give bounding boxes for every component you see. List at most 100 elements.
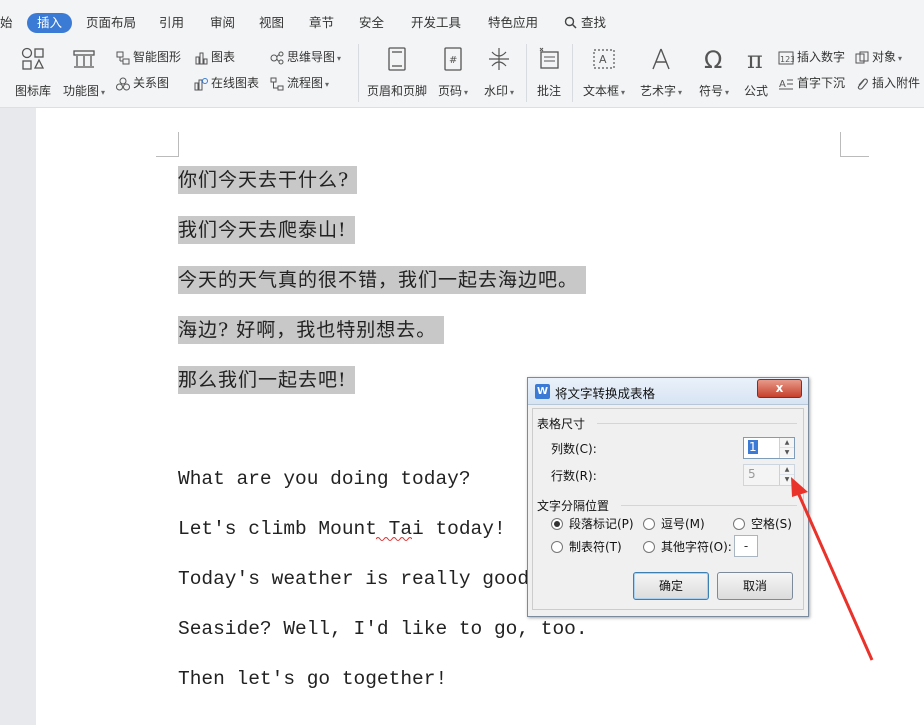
smart-art-label: 智能图形 [133, 50, 182, 64]
object-button[interactable]: 对象 ▾ [855, 48, 902, 66]
flowchart-button[interactable]: 流程图 ▾ [270, 74, 329, 92]
document-line[interactable]: 海边? 好啊，我也特别想去。 [178, 316, 445, 344]
svg-text:π: π [747, 46, 763, 72]
mindmap-icon [270, 51, 284, 64]
radio-space[interactable]: 空格(S) [733, 515, 792, 532]
dialog-titlebar[interactable]: W 将文字转换成表格 x [528, 378, 808, 405]
ribbon-divider [358, 44, 359, 102]
document-line[interactable]: 今天的天气真的很不错，我们一起去海边吧。 [178, 266, 587, 294]
online-chart-button[interactable]: 在线图表 [194, 74, 259, 92]
object-label: 对象 [872, 50, 897, 64]
close-button[interactable]: x [757, 379, 802, 398]
cancel-button[interactable]: 取消 [717, 572, 793, 600]
document-line[interactable]: Seaside? Well, I'd like to go, too. [178, 615, 588, 643]
separator-group-label: 文字分隔位置 [537, 499, 610, 513]
relation-chart-button[interactable]: 关系图 [116, 74, 169, 92]
left-gutter [0, 108, 36, 725]
tab-view[interactable]: 视图 [259, 13, 284, 33]
columns-spinner[interactable]: 1 ▲ ▼ [743, 437, 795, 459]
document-line[interactable]: 你们今天去干什么? [178, 166, 358, 194]
ribbon: 始 插入 页面布局 引用 审阅 视图 章节 安全 开发工具 特色应用 查找 图标… [0, 0, 924, 108]
radio-icon[interactable] [643, 517, 655, 530]
wordart-label: 艺术字 ▾ [639, 84, 683, 98]
columns-spinner-buttons[interactable]: ▲ ▼ [779, 438, 794, 458]
radio-selected-icon[interactable] [551, 517, 563, 530]
tab-security[interactable]: 安全 [359, 13, 384, 33]
tab-review[interactable]: 审阅 [210, 13, 235, 33]
search-icon [564, 16, 577, 29]
page-margin-corner-left [156, 132, 179, 157]
svg-text:123: 123 [780, 55, 794, 64]
radio-icon[interactable] [643, 540, 655, 553]
document-line[interactable]: What are you doing today? [178, 465, 471, 493]
tab-references[interactable]: 引用 [159, 13, 184, 33]
columns-value[interactable]: 1 [748, 440, 758, 454]
spin-up-icon[interactable]: ▲ [780, 438, 794, 448]
watermark-label: 水印 ▾ [483, 84, 515, 98]
search-tab[interactable]: 查找 [564, 13, 606, 33]
page-number-icon: # [444, 47, 462, 71]
radio-comma[interactable]: 逗号(M) [643, 515, 705, 532]
spin-down-icon: ▼ [780, 475, 794, 484]
page-margin-corner-right [840, 132, 869, 157]
chart-label: 图表 [211, 50, 236, 64]
tab-page-layout[interactable]: 页面布局 [86, 13, 136, 33]
tab-developer[interactable]: 开发工具 [411, 13, 461, 33]
ok-button[interactable]: 确定 [633, 572, 709, 600]
icon-library-button[interactable]: 图标库 [10, 44, 56, 100]
smart-art-button[interactable]: 智能图形 [116, 48, 181, 66]
dialog-title: 将文字转换成表格 [555, 386, 656, 401]
radio-tab[interactable]: 制表符(T) [551, 538, 622, 555]
drop-cap-label: 首字下沉 [797, 76, 846, 90]
document-line[interactable]: 那么我们一起去吧! [178, 366, 355, 394]
formula-button[interactable]: π 公式 [740, 44, 772, 100]
icon-library-label: 图标库 [14, 84, 51, 98]
tab-insert[interactable]: 插入 [27, 13, 73, 33]
drop-cap-icon: A [779, 79, 793, 90]
document-line[interactable]: Then let's go together! [178, 665, 447, 693]
radio-other-char[interactable]: 其他字符(O): [643, 538, 732, 555]
tab-features[interactable]: 特色应用 [488, 13, 538, 33]
rows-spinner: 5 ▲ ▼ [743, 464, 795, 486]
radio-paragraph-mark[interactable]: 段落标记(P) [551, 515, 634, 532]
watermark-button[interactable]: 水印 ▾ [478, 44, 520, 100]
ribbon-divider [526, 44, 527, 102]
header-footer-button[interactable]: 页眉和页脚 [366, 44, 428, 100]
radio-icon[interactable] [551, 540, 563, 553]
page-number-button[interactable]: # 页码 ▾ [434, 44, 472, 100]
tab-chapter[interactable]: 章节 [309, 13, 334, 33]
function-chart-button[interactable]: 功能图 ▾ [60, 44, 108, 100]
search-label: 查找 [580, 15, 606, 30]
online-chart-label: 在线图表 [211, 76, 260, 90]
symbol-button[interactable]: Ω 符号 ▾ [694, 44, 734, 100]
svg-text:A: A [779, 79, 786, 90]
svg-text:Ω: Ω [704, 46, 722, 72]
document-line[interactable]: 我们今天去爬泰山! [178, 216, 355, 244]
tab-start[interactable]: 始 [0, 13, 13, 33]
textbox-button[interactable]: A 文本框 ▾ [580, 44, 628, 100]
drop-cap-button[interactable]: A 首字下沉 [778, 74, 845, 92]
spellcheck-squiggle [376, 537, 412, 541]
formula-label: 公式 [743, 84, 768, 98]
insert-attachment-button[interactable]: 插入附件 [855, 74, 920, 92]
mindmap-label: 思维导图 [287, 50, 336, 64]
object-icon [855, 51, 869, 63]
wordart-button[interactable]: 艺术字 ▾ [634, 44, 688, 100]
group-divider [621, 505, 797, 506]
comment-button[interactable]: 批注 [532, 44, 566, 100]
insert-number-button[interactable]: 123 插入数字 [778, 48, 845, 66]
document-line[interactable]: Let's climb Mount Tai today! [178, 515, 506, 543]
spin-up-icon: ▲ [780, 465, 794, 475]
svg-text:A: A [599, 53, 607, 66]
other-char-input[interactable]: - [734, 535, 758, 557]
online-chart-icon [194, 77, 208, 90]
comment-label: 批注 [536, 84, 561, 98]
spin-down-icon[interactable]: ▼ [780, 448, 794, 457]
textbox-icon: A [593, 49, 615, 69]
mindmap-button[interactable]: 思维导图 ▾ [270, 48, 341, 66]
chart-button[interactable]: 图表 [194, 48, 235, 66]
dialog-body: 表格尺寸 列数(C): 1 ▲ ▼ 行数(R): 5 ▲ ▼ 文字分隔位置 段落标记… [532, 408, 804, 610]
radio-icon[interactable] [733, 517, 745, 530]
group-divider [597, 423, 797, 424]
document-line[interactable]: Today's weather is really good. l [178, 565, 564, 593]
